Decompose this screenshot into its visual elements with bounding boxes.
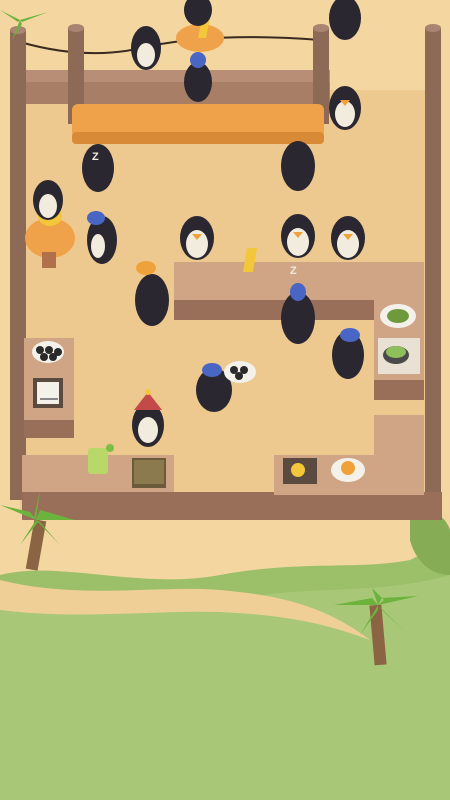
left-table-leg xyxy=(42,252,56,268)
book-icon[interactable] xyxy=(132,458,166,488)
egg-plate-icon[interactable] xyxy=(331,458,365,482)
bottom-counter-front xyxy=(22,492,442,520)
back-wall-top xyxy=(20,70,330,82)
cooking-pot-icon[interactable] xyxy=(378,338,420,374)
penguin[interactable] xyxy=(180,216,214,260)
zz-icon: Z xyxy=(290,265,297,277)
penguin[interactable] xyxy=(329,86,361,130)
right-counter-front xyxy=(374,380,424,400)
sushi-plate-icon[interactable] xyxy=(224,361,256,383)
left-counter-front xyxy=(24,420,74,438)
tempura-tray-icon[interactable] xyxy=(283,458,317,484)
salad-plate-icon[interactable] xyxy=(380,304,416,328)
game-scene[interactable]: Z Z xyxy=(0,0,450,800)
penguin[interactable] xyxy=(131,26,161,70)
sushi-plate-icon[interactable] xyxy=(32,341,64,363)
penguin[interactable] xyxy=(281,214,315,258)
penguin[interactable] xyxy=(331,216,365,260)
penguin[interactable] xyxy=(281,141,315,191)
orange-bench-front xyxy=(72,132,324,144)
cutting-board-icon[interactable] xyxy=(33,378,63,408)
corner-counter xyxy=(374,415,424,460)
zz-icon: Z xyxy=(92,151,99,163)
penguin[interactable] xyxy=(33,180,63,220)
